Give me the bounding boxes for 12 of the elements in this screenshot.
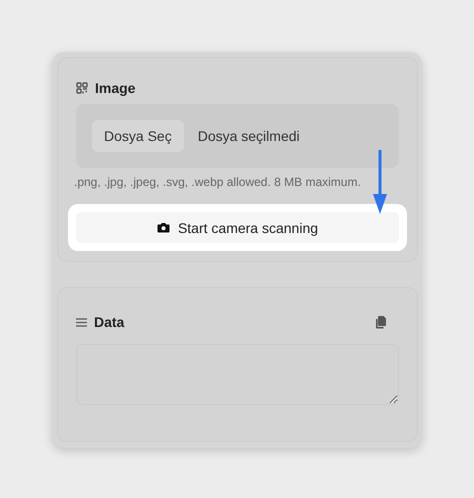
file-status: Dosya seçilmedi — [198, 128, 300, 144]
menu-icon — [76, 318, 87, 326]
section-title: Image — [95, 80, 136, 96]
choose-file-button[interactable]: Dosya Seç — [92, 120, 184, 152]
camera-icon — [156, 222, 170, 233]
copy-icon[interactable] — [375, 315, 387, 329]
file-input[interactable]: Dosya Seç Dosya seçilmedi — [76, 104, 399, 168]
section-title: Data — [94, 314, 124, 330]
qr-code-icon — [76, 82, 88, 94]
down-arrow — [373, 150, 387, 214]
file-hint: .png, .jpg, .jpeg, .svg, .webp allowed. 8 MB maximum. — [74, 176, 362, 188]
start-scanning-button[interactable]: Start camera scanning — [76, 212, 399, 243]
